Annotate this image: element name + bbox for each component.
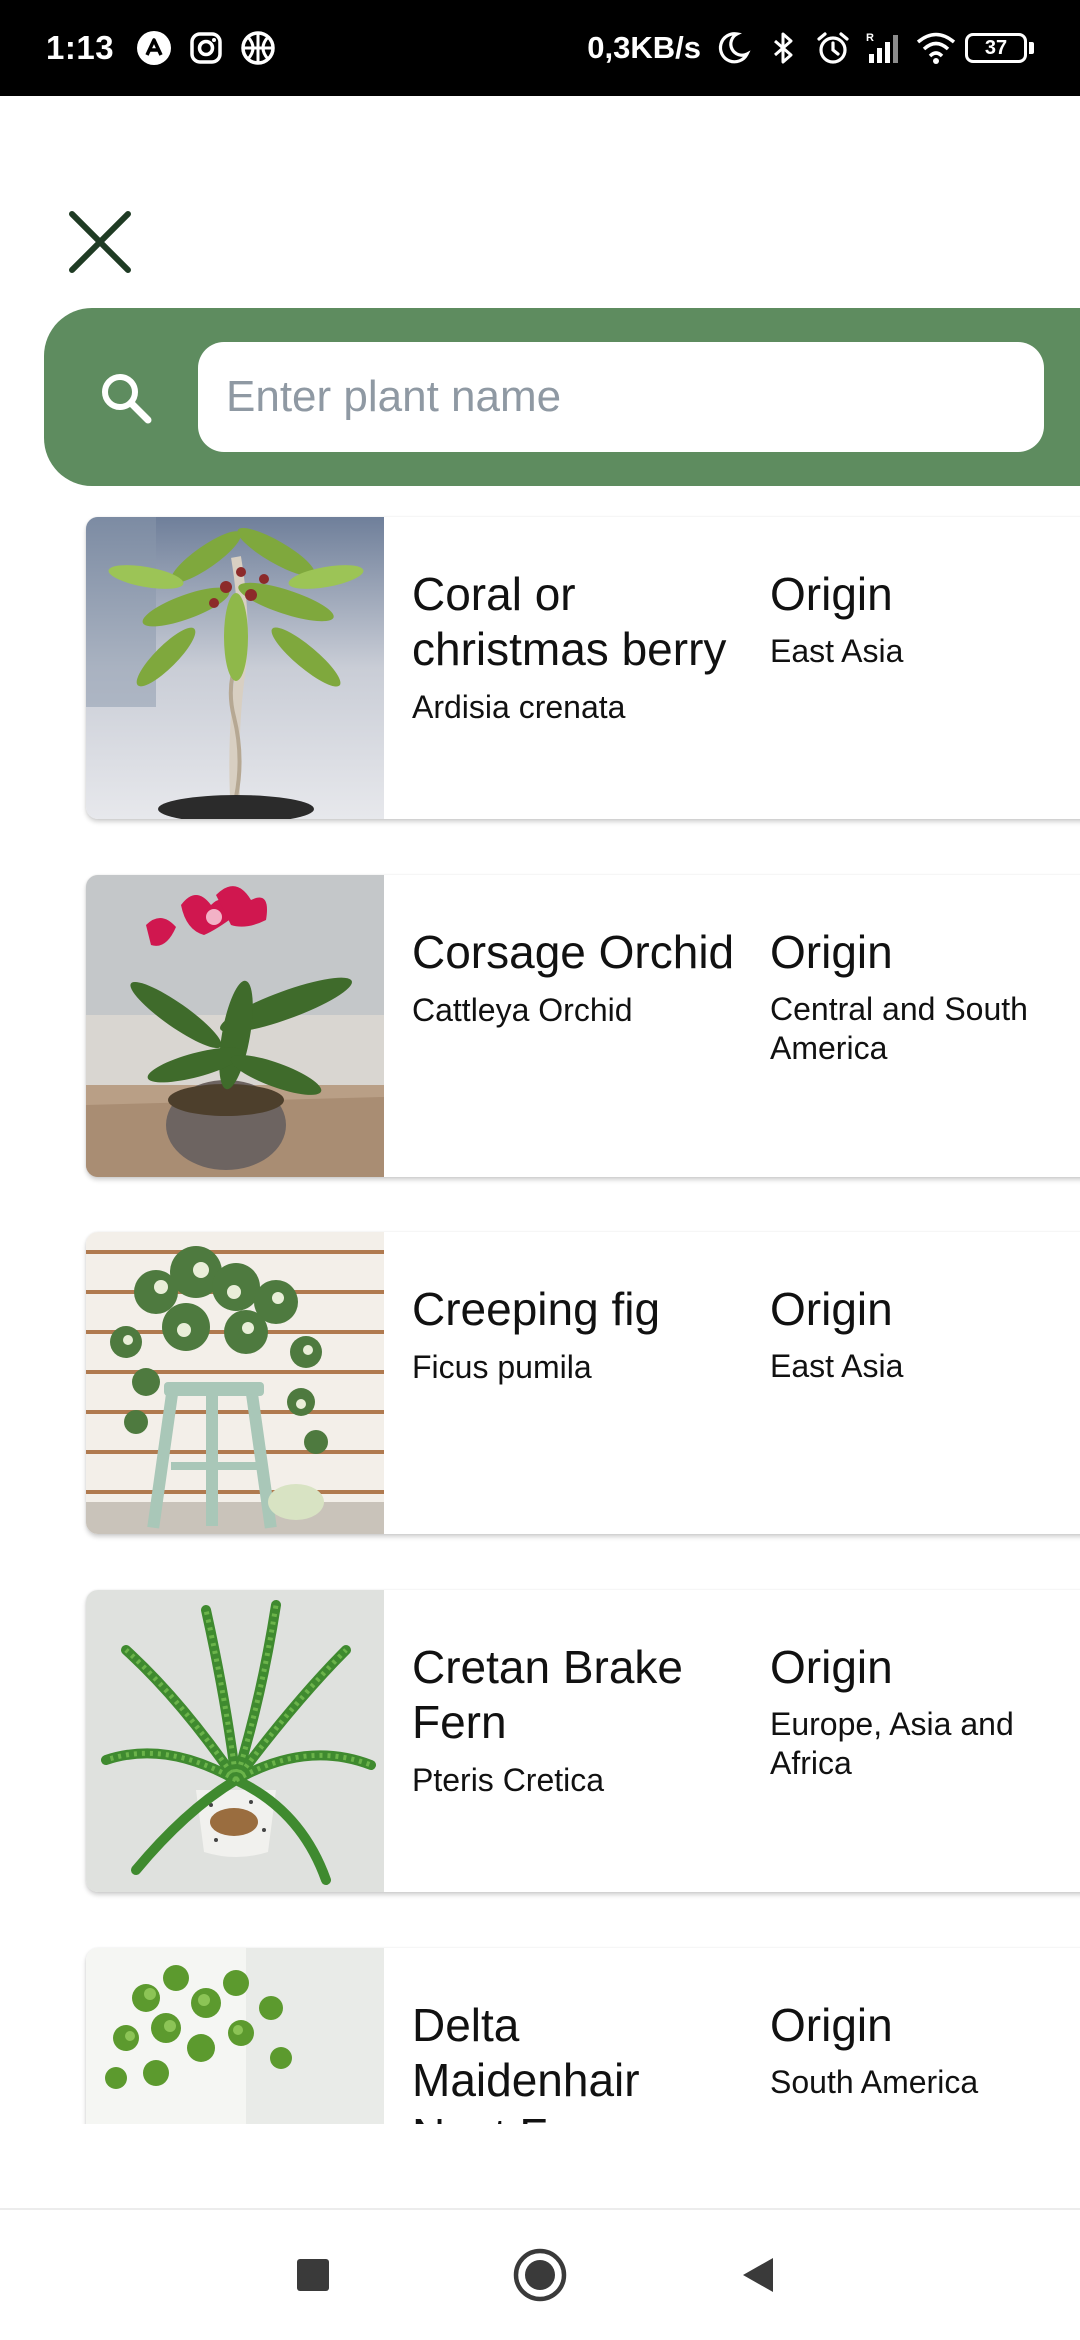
wifi-icon <box>915 30 956 66</box>
search-icon[interactable] <box>96 368 156 428</box>
plant-card[interactable]: Cretan Brake Fern Pteris Cretica Origin … <box>86 1590 1080 1892</box>
recents-icon <box>297 2259 329 2291</box>
origin-value: Europe, Asia and Africa <box>770 1706 1014 1781</box>
network-speed: 0,3KB/s <box>587 30 701 65</box>
moon-icon <box>715 30 751 66</box>
search-panel <box>44 308 1080 486</box>
origin-value: East Asia <box>770 633 904 669</box>
close-icon <box>69 211 131 273</box>
system-nav-bar <box>0 2210 1080 2340</box>
origin-value: East Asia <box>770 1348 904 1384</box>
origin-label: Origin <box>770 1283 893 1335</box>
plant-name: Corsage Orchid <box>412 926 735 978</box>
plant-name: Coral or christmas berry <box>412 568 727 675</box>
battery-level: 37 <box>965 33 1027 63</box>
origin-label: Origin <box>770 1641 893 1693</box>
plant-image <box>86 517 384 819</box>
svg-text:R: R <box>866 32 874 44</box>
plant-name: Creeping fig <box>412 1283 661 1335</box>
home-button[interactable] <box>505 2240 575 2310</box>
recents-button[interactable] <box>278 2240 348 2310</box>
back-button[interactable] <box>724 2240 794 2310</box>
plant-scientific-name: Pteris Cretica <box>412 1762 605 1798</box>
plant-name: Cretan Brake Fern <box>412 1641 684 1748</box>
battery-icon: 37 <box>965 33 1034 63</box>
signal-icon: R <box>865 30 901 66</box>
plant-image <box>86 1948 384 2124</box>
close-button[interactable] <box>58 200 142 284</box>
plant-list[interactable]: Coral or christmas berry Ardisia crenata… <box>0 510 1080 2124</box>
alarm-icon <box>815 30 851 66</box>
back-icon <box>743 2258 773 2292</box>
instagram-icon <box>188 30 224 66</box>
plant-image <box>86 1232 384 1534</box>
plant-image <box>86 875 384 1177</box>
plant-card[interactable]: Coral or christmas berry Ardisia crenata… <box>86 517 1080 819</box>
plant-image <box>86 1590 384 1892</box>
origin-value: Central and South America <box>770 991 1028 1066</box>
status-bar: 1:13 0,3KB/s R 37 <box>0 0 1080 96</box>
origin-label: Origin <box>770 926 893 978</box>
origin-label: Origin <box>770 568 893 620</box>
plant-scientific-name: Ficus pumila <box>412 1349 592 1385</box>
home-icon <box>513 2248 567 2302</box>
basketball-icon <box>240 30 276 66</box>
bluetooth-icon <box>765 30 801 66</box>
origin-label: Origin <box>770 1999 893 2051</box>
origin-value: South America <box>770 2064 979 2100</box>
app-a-icon <box>136 30 172 66</box>
plant-name: Delta Maidenhair Nest Fern <box>412 1999 640 2124</box>
search-input[interactable] <box>198 342 1044 452</box>
status-time: 1:13 <box>46 29 115 66</box>
plant-card[interactable]: Corsage Orchid Cattleya Orchid Origin Ce… <box>86 875 1080 1177</box>
plant-scientific-name: Ardisia crenata <box>412 689 626 725</box>
plant-card[interactable]: Creeping fig Ficus pumila Origin East As… <box>86 1232 1080 1534</box>
plant-card[interactable]: Delta Maidenhair Nest Fern Origin South … <box>86 1948 1080 2124</box>
plant-scientific-name: Cattleya Orchid <box>412 992 633 1028</box>
